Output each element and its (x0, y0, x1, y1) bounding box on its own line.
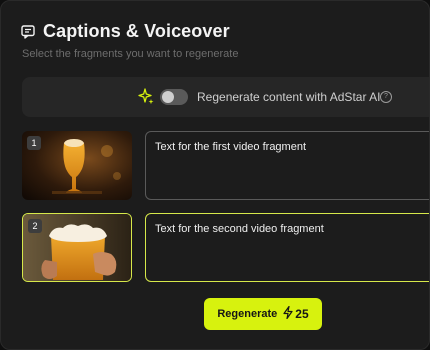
captions-voiceover-panel: Captions & Voiceover Select the fragment… (0, 0, 430, 350)
fragment-2-thumbnail[interactable]: 2 (22, 213, 132, 282)
fragment-number: 1 (27, 136, 41, 150)
credit-count: 25 (295, 307, 309, 321)
credit-cost: 25 (283, 305, 309, 322)
panel-header: Captions & Voiceover (21, 21, 230, 42)
page-title: Captions & Voiceover (43, 21, 230, 41)
page-subtitle: Select the fragments you want to regener… (22, 48, 239, 60)
help-icon[interactable]: ? (380, 91, 392, 103)
fragment-1-thumbnail[interactable]: 1 (22, 131, 132, 200)
chat-icon (21, 24, 35, 39)
fragment-1: 1 Text for the first video fragment (22, 131, 429, 200)
fragment-number: 2 (28, 219, 42, 233)
fragment-2-text-field[interactable]: Text for the second video fragment (145, 213, 429, 282)
ai-regenerate-bar: Regenerate content with AdStar AI ? (22, 77, 429, 117)
regenerate-button[interactable]: Regenerate 25 (204, 298, 322, 330)
fragment-2: 2 Text for the second video fragment (22, 213, 429, 282)
toggle-knob (162, 91, 174, 103)
ai-toggle-label: Regenerate content with AdStar AI (197, 90, 381, 104)
fragment-1-text-field[interactable]: Text for the first video fragment (145, 131, 429, 200)
ai-toggle[interactable] (160, 89, 188, 105)
regenerate-label: Regenerate (217, 308, 278, 320)
sparkle-icon (137, 88, 155, 111)
lightning-icon (283, 305, 293, 322)
